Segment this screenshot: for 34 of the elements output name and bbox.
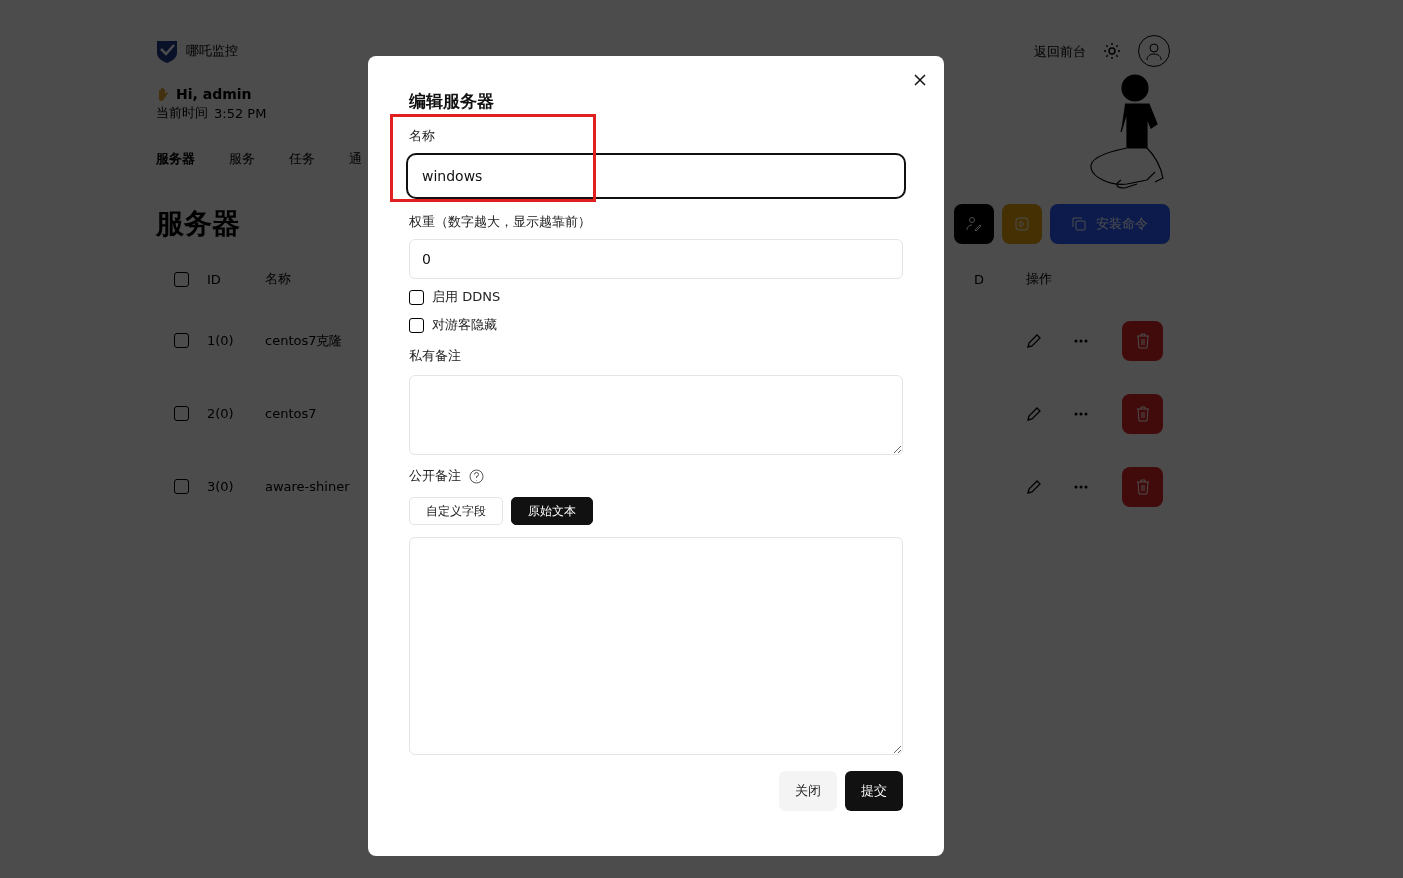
submit-button[interactable]: 提交 [845,771,903,811]
column-header: D [974,271,985,287]
name-input[interactable]: windows [406,153,906,199]
column-header: 名称 [265,270,292,288]
field-label: 名称 [409,127,436,145]
help-icon[interactable] [469,468,484,484]
table-cell-text: 2(0) [207,406,235,421]
close-icon [914,74,926,86]
option-checkbox[interactable] [409,317,424,333]
column-header: 操作 [1026,270,1053,288]
mode-toggle[interactable]: 自定义字段 [409,497,503,525]
option-label: 对游客隐藏 [432,316,497,334]
page-title: 服务器 [156,206,240,242]
table-cell-text: centos7 [265,406,318,421]
weight-input[interactable]: 0 [409,239,903,279]
table-cell-text: 3(0) [207,479,235,494]
time-label: 当前时间 [156,104,208,122]
private-note-textarea[interactable] [409,375,903,455]
table-cell-text: 1(0) [207,333,235,348]
brand-name: 哪吒监控 [186,42,238,60]
field-label: 私有备注 [409,347,462,365]
time-text: 3:52 PM [214,105,267,121]
column-header: ID [207,271,222,287]
greeting: Hi, admin [176,86,252,102]
option-label: 启用 DDNS [432,288,501,306]
option-checkbox[interactable] [409,289,424,305]
close-dialog-button[interactable]: 关闭 [779,771,837,811]
close-button[interactable] [912,72,928,88]
field-label: 权重（数字越大，显示越靠前） [409,213,592,231]
table-cell-text: aware-shiner [265,479,351,494]
table-cell-text: centos7克隆 [265,331,344,350]
field-label: 公开备注 [409,467,461,485]
mode-toggle[interactable]: 原始文本 [511,497,593,525]
dialog-title: 编辑服务器 [409,90,495,113]
